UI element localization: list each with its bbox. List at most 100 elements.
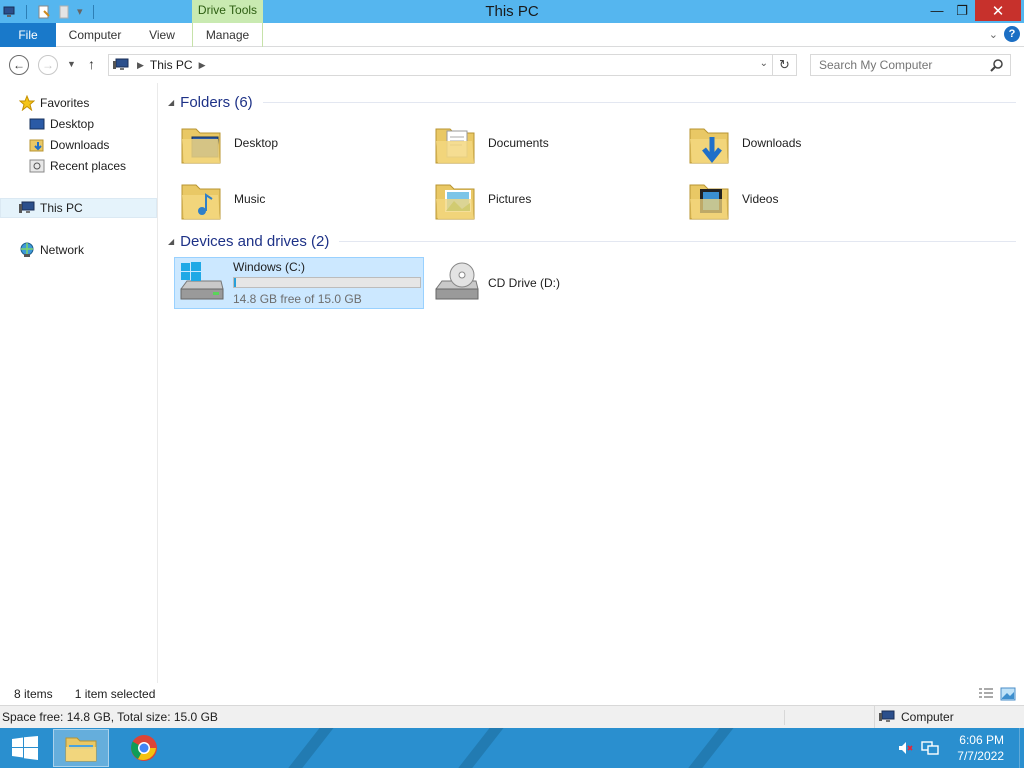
collapse-triangle-icon[interactable]: ◢: [168, 98, 174, 107]
forward-button[interactable]: →: [38, 55, 58, 75]
computer-icon[interactable]: [2, 5, 16, 19]
devices-group-header[interactable]: ◢ Devices and drives (2): [168, 231, 1016, 251]
nav-item-label: Recent places: [50, 159, 127, 173]
recent-places-icon: [29, 159, 45, 173]
folder-tile-desktop[interactable]: Desktop: [176, 117, 424, 169]
videos-folder-icon: [689, 184, 729, 220]
expand-ribbon-icon[interactable]: ⌄: [989, 28, 998, 41]
tab-file[interactable]: File: [0, 23, 56, 47]
folders-group-header[interactable]: ◢ Folders (6): [168, 92, 1016, 112]
taskbar: 6:06 PM 7/7/2022: [0, 728, 1024, 768]
taskbar-decoration: [272, 728, 342, 768]
ribbon-tabs: File Computer View Manage ⌄ ?: [0, 23, 1024, 47]
folders-group-title: Folders (6): [180, 93, 253, 111]
address-bar[interactable]: ▶ This PC ▶ ⌄: [108, 54, 773, 76]
nav-item-label: Network: [40, 243, 85, 257]
breadcrumb-chevron-icon[interactable]: ▶: [137, 60, 144, 71]
devices-group-title: Devices and drives (2): [180, 232, 330, 250]
window-title: This PC: [485, 3, 539, 20]
documents-folder-icon: [435, 128, 475, 164]
this-pc-icon: [19, 201, 35, 213]
tab-manage[interactable]: Manage: [192, 23, 263, 47]
folder-tile-documents[interactable]: Documents: [430, 117, 678, 169]
search-icon[interactable]: [990, 58, 1004, 72]
up-button[interactable]: ↑: [88, 56, 95, 72]
nav-item-label: Desktop: [50, 117, 95, 131]
nav-favorites-label: Favorites: [40, 96, 90, 110]
properties-icon[interactable]: [37, 5, 51, 19]
status-bar: 8 items 1 item selected: [0, 683, 1024, 705]
details-view-icon[interactable]: [978, 687, 994, 701]
clock-date: 7/7/2022: [957, 749, 1004, 763]
restore-button[interactable]: ❐: [950, 0, 974, 21]
quick-access-toolbar: ▾: [0, 0, 98, 23]
pictures-folder-icon: [435, 184, 475, 220]
tab-view[interactable]: View: [136, 23, 188, 47]
nav-item-this-pc[interactable]: This PC: [0, 198, 157, 218]
breadcrumb-this-pc[interactable]: This PC: [150, 58, 193, 72]
nav-item-label: This PC: [40, 201, 83, 215]
downloads-folder-icon: [689, 128, 729, 164]
network-icon: [20, 242, 34, 257]
star-icon: [19, 95, 35, 111]
volume-muted-icon[interactable]: [897, 740, 913, 756]
nav-item-desktop[interactable]: Desktop: [0, 114, 157, 134]
clock-time: 6:06 PM: [959, 733, 1004, 747]
folder-label: Pictures: [488, 192, 532, 206]
taskbar-file-explorer[interactable]: [53, 729, 109, 767]
nav-item-label: Downloads: [50, 138, 110, 152]
folder-label: Desktop: [234, 136, 279, 150]
taskbar-chrome[interactable]: [116, 729, 172, 767]
folder-tile-pictures[interactable]: Pictures: [430, 173, 678, 225]
nav-item-downloads[interactable]: Downloads: [0, 135, 157, 155]
back-button[interactable]: ←: [9, 55, 29, 75]
folder-tile-downloads[interactable]: Downloads: [684, 117, 932, 169]
collapse-triangle-icon[interactable]: ◢: [168, 237, 174, 246]
customize-toolbar-icon[interactable]: ▾: [77, 5, 83, 18]
address-dropdown-icon[interactable]: ⌄: [760, 58, 768, 69]
nav-item-recent-places[interactable]: Recent places: [0, 156, 157, 176]
show-desktop-button[interactable]: [1019, 728, 1024, 768]
drive-label: Windows (C:): [233, 260, 306, 274]
folder-tile-music[interactable]: Music: [176, 173, 424, 225]
drive-tile-d[interactable]: CD Drive (D:): [430, 257, 678, 309]
large-icons-view-icon[interactable]: [1000, 687, 1016, 701]
windows-logo-icon: [12, 736, 38, 760]
folder-label: Documents: [488, 136, 549, 150]
start-button[interactable]: [0, 728, 50, 768]
desktop-folder-icon: [181, 128, 221, 164]
folder-label: Music: [234, 192, 266, 206]
search-box[interactable]: [810, 54, 1011, 76]
toolbar-separator: [26, 4, 27, 19]
drive-tools-context-label: Drive Tools: [192, 0, 263, 23]
taskbar-decoration: [442, 728, 512, 768]
folder-tile-videos[interactable]: Videos: [684, 173, 932, 225]
details-bar: Space free: 14.8 GB, Total size: 15.0 GB…: [0, 705, 1024, 728]
address-row: ← → ▼ ↑ ▶ This PC ▶ ⌄ ↻: [0, 47, 1024, 83]
network-tray-icon[interactable]: [921, 740, 939, 756]
breadcrumb-chevron-icon[interactable]: ▶: [199, 60, 206, 71]
close-button[interactable]: ✕: [975, 0, 1021, 21]
cd-drive-icon: [435, 262, 479, 300]
minimize-button[interactable]: —: [925, 0, 949, 21]
music-folder-icon: [181, 184, 221, 220]
nav-item-network[interactable]: Network: [0, 240, 157, 260]
folder-label: Downloads: [742, 136, 802, 150]
search-input[interactable]: [811, 58, 981, 72]
drive-tile-c[interactable]: Windows (C:) 14.8 GB free of 15.0 GB: [174, 257, 424, 309]
item-count: 8 items: [14, 687, 53, 701]
tab-computer[interactable]: Computer: [60, 23, 130, 47]
location-label: Computer: [901, 710, 954, 724]
navigation-pane: Favorites Desktop Downloads Recent place…: [0, 83, 158, 683]
drive-usage-bar: [233, 277, 421, 288]
new-folder-icon[interactable]: [57, 5, 71, 19]
help-icon[interactable]: ?: [1004, 26, 1020, 42]
clock[interactable]: 6:06 PM 7/7/2022: [957, 732, 1004, 764]
nav-favorites[interactable]: Favorites: [0, 93, 157, 113]
chrome-icon: [131, 735, 157, 761]
drive-info: Windows (C:) 14.8 GB free of 15.0 GB: [233, 260, 421, 306]
file-explorer-icon: [65, 737, 97, 762]
recent-locations-icon[interactable]: ▼: [67, 59, 76, 69]
refresh-button[interactable]: ↻: [773, 54, 797, 76]
folder-label: Videos: [742, 192, 779, 206]
